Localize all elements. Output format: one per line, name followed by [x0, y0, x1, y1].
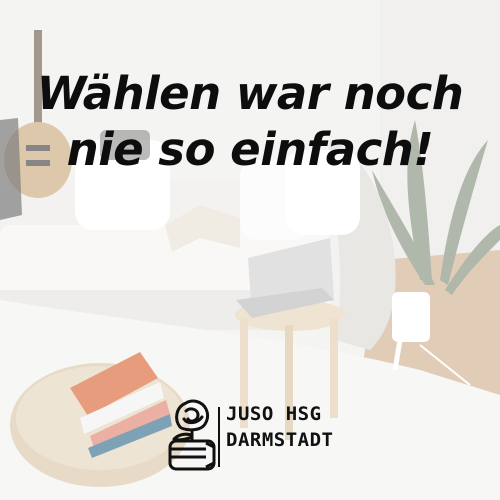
rose-fist-icon [168, 399, 220, 471]
logo-line-2: DARMSTADT [226, 429, 334, 451]
logo-line-1: JUSO HSG [226, 403, 322, 425]
headline-line-2: nie so einfach! [66, 123, 434, 176]
headline: Wählen war noch nie so einfach! [0, 66, 500, 178]
headline-line-1: Wählen war noch [36, 67, 464, 120]
logo-wordmark: JUSO HSG DARMSTADT [226, 401, 333, 453]
poster: Wählen war noch nie so einfach! JUSO HSG… [0, 0, 500, 500]
logo: JUSO HSG DARMSTADT [164, 397, 344, 477]
